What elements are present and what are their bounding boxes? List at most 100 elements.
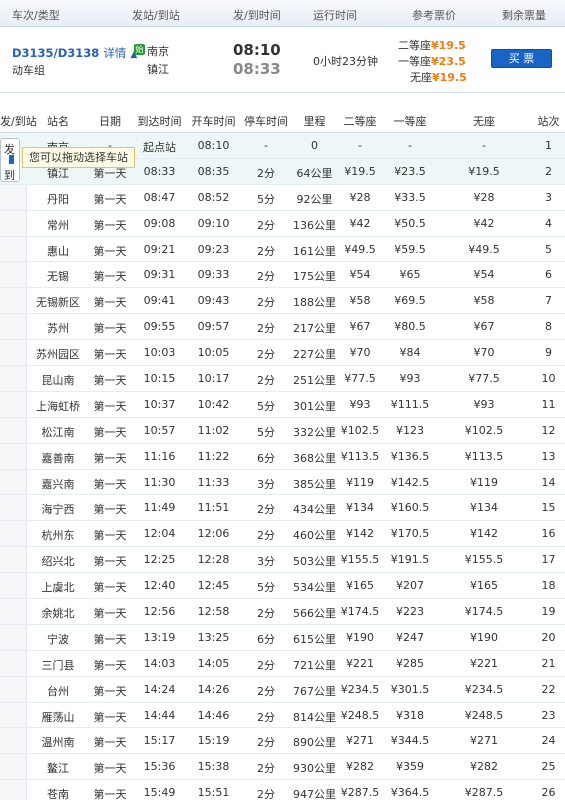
station-drag-handle[interactable]: 发 到	[0, 138, 20, 182]
stop-row[interactable]: 苏州 第一天 09:55 09:57 2分 217公里 ¥67 ¥80.5 ¥67 8	[0, 314, 565, 341]
depart-time: 10:05	[197, 346, 230, 360]
detail-link[interactable]: 详情	[103, 46, 126, 60]
no-seat-price: ¥142	[470, 527, 498, 541]
stop-row[interactable]: 常州 第一天 09:08 09:10 2分 136公里 ¥42 ¥50.5 ¥42 4	[0, 211, 565, 237]
arrive-time: 08:33	[143, 164, 176, 178]
second-class-price: ¥102.5	[340, 423, 380, 437]
stop-row[interactable]: 苍南 第一天 15:49 15:51 2分 947公里 ¥287.5 ¥364.5 ¥287.5…	[0, 780, 565, 800]
first-class-price: ¥359	[396, 760, 424, 774]
stop-row[interactable]: 鳌江 第一天 15:36 15:38 2分 930公里 ¥282 ¥359 ¥282 25	[0, 754, 565, 781]
distance: 368公里	[293, 451, 336, 465]
stop-row[interactable]: 雁荡山 第一天 14:44 14:46 2分 814公里 ¥248.5 ¥318 ¥248.5 2…	[0, 703, 565, 729]
stop-number: 13	[541, 449, 556, 463]
stop-row[interactable]: 温州南 第一天 15:17 15:19 2分 890公里 ¥271 ¥344.5 ¥271 24	[0, 728, 565, 755]
stop-duration: 2分	[257, 218, 275, 232]
stop-number: 15	[541, 501, 556, 515]
distance: 136公里	[293, 218, 336, 232]
stop-row[interactable]: 无锡 第一天 09:31 09:33 2分 175公里 ¥54 ¥65 ¥54 6	[0, 262, 565, 289]
distance: 92公里	[296, 192, 333, 206]
arrive-time: 11:49	[143, 501, 176, 515]
stop-duration: 2分	[257, 296, 275, 310]
stop-duration: 2分	[257, 374, 275, 388]
stop-row[interactable]: 昆山南 第一天 10:15 10:17 2分 251公里 ¥77.5 ¥93 ¥77.5 10	[0, 366, 565, 392]
stop-row[interactable]: 丹阳 第一天 08:47 08:52 5分 92公里 ¥28 ¥33.5 ¥28 3	[0, 185, 565, 211]
depart-time: 08:52	[197, 190, 230, 204]
first-class-price: ¥123	[396, 423, 424, 437]
date: 第一天	[93, 788, 127, 800]
header-train-type: 车次/类型	[12, 9, 60, 22]
stop-number: 25	[541, 760, 556, 774]
drag-knob[interactable]	[9, 155, 14, 164]
station-name: 苏州园区	[36, 348, 80, 362]
second-class-price: ¥221	[346, 656, 374, 670]
distance: 0	[311, 139, 318, 152]
stop-duration: 3分	[257, 555, 275, 569]
first-class-price: ¥364.5	[390, 786, 430, 800]
arrive-time: 09:08	[143, 216, 176, 230]
distance: 175公里	[293, 270, 336, 284]
distance: 947公里	[293, 788, 336, 800]
first-class-price: ¥111.5	[390, 397, 430, 411]
stop-duration: 2分	[257, 503, 275, 517]
price-value: ¥23.5	[431, 55, 466, 68]
header-price: 参考票价	[412, 9, 456, 22]
stop-row[interactable]: 嘉兴南 第一天 11:30 11:33 3分 385公里 ¥119 ¥142.5 ¥119 14	[0, 470, 565, 496]
arrive-time: 15:49	[143, 786, 176, 800]
no-seat-price: ¥248.5	[464, 708, 504, 722]
date: 第一天	[93, 632, 127, 646]
stop-row[interactable]: 松江南 第一天 10:57 11:02 5分 332公里 ¥102.5 ¥123 ¥102.5 1…	[0, 418, 565, 444]
no-seat-price: ¥221	[470, 656, 498, 670]
arrive-time: 08:33	[233, 60, 281, 78]
stop-row[interactable]: 惠山 第一天 09:21 09:23 2分 161公里 ¥49.5 ¥59.5 ¥49.5 5	[0, 237, 565, 263]
train-code-text[interactable]: D3135/D3138	[12, 46, 99, 60]
stop-row[interactable]: 上海虹桥 第一天 10:37 10:42 5分 301公里 ¥93 ¥111.5 ¥93 11	[0, 392, 565, 418]
no-seat-price: ¥70	[473, 346, 495, 360]
stop-duration: 2分	[257, 736, 275, 750]
stop-row[interactable]: 绍兴北 第一天 12:25 12:28 3分 503公里 ¥155.5 ¥191.5 ¥155.…	[0, 547, 565, 574]
arrive-time: 13:19	[143, 630, 176, 644]
buy-ticket-button[interactable]: 买 票	[491, 49, 552, 68]
col-station: 站名	[47, 115, 69, 128]
arrive-time: 11:16	[143, 449, 176, 463]
stop-duration: 2分	[257, 322, 275, 336]
stop-duration: 2分	[257, 270, 275, 284]
date: 第一天	[93, 451, 127, 465]
train-code[interactable]: D3135/D3138 详情 ▲	[12, 45, 137, 61]
date: 第一天	[93, 581, 127, 595]
second-class-price: ¥58	[349, 294, 371, 308]
stop-duration: 5分	[257, 399, 275, 413]
stop-row[interactable]: 苏州园区 第一天 10:03 10:05 2分 227公里 ¥70 ¥84 ¥70 9	[0, 340, 565, 367]
stop-row[interactable]: 杭州东 第一天 12:04 12:06 2分 460公里 ¥142 ¥170.5 ¥142 16	[0, 521, 565, 548]
first-class-price: ¥170.5	[390, 527, 430, 541]
distance: 385公里	[293, 477, 336, 491]
distance: 460公里	[293, 529, 336, 543]
stop-row[interactable]: 宁波 第一天 13:19 13:25 6分 615公里 ¥190 ¥247 ¥190 20	[0, 625, 565, 651]
date: 第一天	[93, 374, 127, 388]
stop-duration: 2分	[257, 607, 275, 621]
distance: 503公里	[293, 555, 336, 569]
stop-row[interactable]: 上虞北 第一天 12:40 12:45 5分 534公里 ¥165 ¥207 ¥165 18	[0, 573, 565, 600]
stop-number: 3	[545, 190, 552, 204]
second-class-price: ¥28	[349, 190, 371, 204]
distance: 767公里	[293, 684, 336, 698]
no-seat-price: ¥49.5	[468, 242, 500, 256]
date: 第一天	[93, 348, 127, 362]
stop-row[interactable]: 台州 第一天 14:24 14:26 2分 767公里 ¥234.5 ¥301.5 ¥234.5…	[0, 677, 565, 703]
stop-row[interactable]: 余姚北 第一天 12:56 12:58 2分 566公里 ¥174.5 ¥223 ¥174.5 1…	[0, 599, 565, 625]
distance: 227公里	[293, 348, 336, 362]
date: 第一天	[93, 529, 127, 543]
arrive-time: 10:37	[143, 397, 176, 411]
results-header: 车次/类型 发站/到站 发/到时间 运行时间 参考票价 剩余票量	[0, 0, 565, 27]
distance: 188公里	[293, 296, 336, 310]
stop-number: 10	[541, 372, 556, 386]
price-label: 二等座	[398, 39, 431, 52]
stop-row[interactable]: 嘉善南 第一天 11:16 11:22 6分 368公里 ¥113.5 ¥136.5 ¥113.…	[0, 444, 565, 470]
distance: 434公里	[293, 503, 336, 517]
date: 第一天	[93, 399, 127, 413]
arrive-time: 09:41	[143, 294, 176, 308]
depart-time: 15:51	[197, 786, 230, 800]
stop-row[interactable]: 海宁西 第一天 11:49 11:51 2分 434公里 ¥134 ¥160.5 ¥134 15	[0, 495, 565, 522]
stop-row[interactable]: 无锡新区 第一天 09:41 09:43 2分 188公里 ¥58 ¥69.5 ¥58 7	[0, 288, 565, 315]
from-station: 南京	[147, 45, 169, 58]
stop-row[interactable]: 三门县 第一天 14:03 14:05 2分 721公里 ¥221 ¥285 ¥221 21	[0, 651, 565, 677]
